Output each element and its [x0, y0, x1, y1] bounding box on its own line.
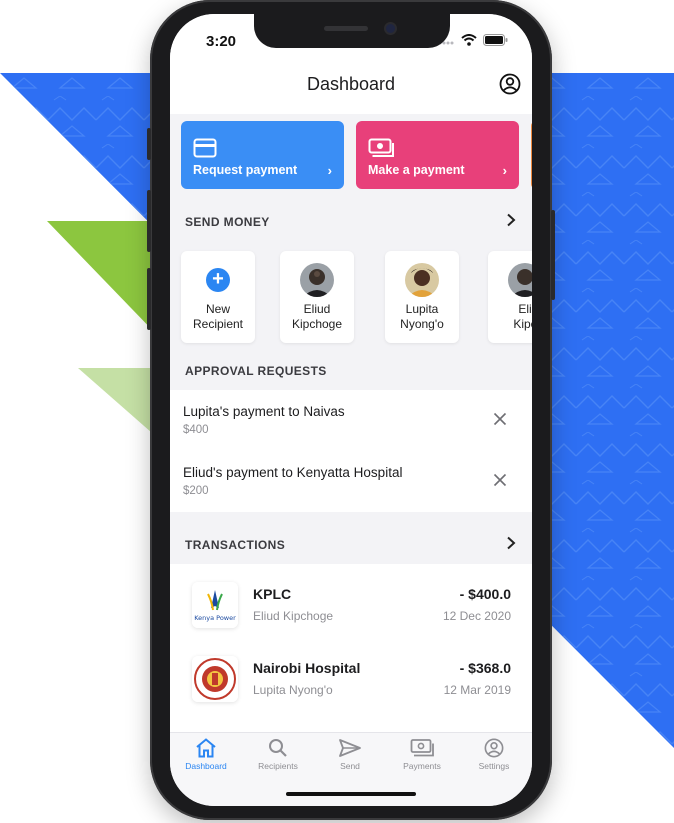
chevron-right-icon: ›: [327, 163, 332, 178]
transaction-date: 12 Dec 2020: [442, 609, 511, 623]
profile-icon[interactable]: [498, 72, 522, 96]
transaction-date: 12 Mar 2019: [443, 683, 511, 697]
transaction-list: Kenya Power KPLC Eliud Kipchoge - $400.0…: [170, 564, 532, 744]
recipient-first-name: Lupita: [405, 302, 439, 316]
card-icon: [193, 138, 217, 158]
cash-icon: [368, 138, 394, 157]
kplc-logo: Kenya Power: [192, 582, 238, 628]
recipient-card[interactable]: Eli Kipc: [488, 251, 532, 343]
recipient-name: Eli Kipc: [488, 302, 532, 332]
recipient-name: Eliud Kipchoge: [280, 302, 354, 332]
battery-icon: [483, 34, 508, 46]
kplc-logo-text: Kenya Power: [194, 614, 236, 622]
approval-item[interactable]: Eliud's payment to Kenyatta Hospital $20…: [170, 451, 532, 511]
power-button: [551, 210, 555, 300]
send-icon: [339, 739, 361, 757]
tab-label: Send: [340, 761, 360, 771]
search-icon: [269, 739, 287, 757]
chevron-right-icon[interactable]: [506, 213, 516, 227]
mute-switch: [147, 128, 151, 160]
tab-dashboard[interactable]: Dashboard: [170, 738, 242, 778]
home-icon: [196, 738, 216, 758]
recipient-name: Lupita Nyong'o: [385, 302, 459, 332]
more-actions-card[interactable]: [531, 121, 532, 189]
tab-label: Recipients: [258, 761, 298, 771]
volume-up-button: [147, 190, 151, 252]
recipient-card[interactable]: Eliud Kipchoge: [280, 251, 354, 343]
tab-label: Settings: [478, 761, 510, 771]
recipient-card[interactable]: Lupita Nyong'o: [385, 251, 459, 343]
front-camera: [386, 24, 395, 33]
avatar: [405, 263, 439, 297]
recipient-first-name: Eli: [518, 302, 532, 316]
tab-settings[interactable]: Settings: [458, 738, 530, 778]
phone-frame: 3:20 Dashboard Request payment › Make a …: [147, 0, 555, 820]
payments-icon: [410, 739, 434, 757]
recipient-last-name: Nyong'o: [400, 317, 444, 331]
transaction-name: Nairobi Hospital: [253, 660, 361, 676]
volume-down-button: [147, 268, 151, 330]
nairobi-hospital-logo: [192, 656, 238, 702]
transaction-amount: - $368.0: [459, 660, 511, 676]
tab-label: Payments: [403, 761, 441, 771]
approval-item[interactable]: Lupita's payment to Naivas $400: [170, 390, 532, 450]
new-recipient-button[interactable]: + New Recipient: [181, 251, 255, 343]
avatar: [508, 263, 532, 297]
wifi-icon: [461, 34, 477, 46]
page-title: Dashboard: [306, 74, 396, 94]
send-money-title: SEND MONEY: [185, 215, 270, 229]
notch: [254, 14, 450, 48]
chevron-right-icon[interactable]: [506, 536, 516, 550]
chevron-right-icon: ›: [502, 163, 507, 178]
tab-payments[interactable]: Payments: [386, 738, 458, 778]
approval-amount: $200: [183, 485, 209, 497]
transaction-name: KPLC: [253, 586, 292, 602]
tab-send[interactable]: Send: [314, 738, 386, 778]
avatar: [300, 263, 334, 297]
transaction-row[interactable]: Kenya Power KPLC Eliud Kipchoge - $400.0…: [170, 570, 532, 644]
transaction-person: Eliud Kipchoge: [253, 609, 334, 623]
status-icons: [438, 34, 508, 46]
close-icon[interactable]: [493, 473, 507, 487]
send-money-header: SEND MONEY: [170, 213, 532, 235]
new-recipient-line1: New: [205, 302, 230, 316]
request-payment-label: Request payment: [193, 163, 298, 177]
make-payment-button[interactable]: Make a payment ›: [356, 121, 519, 189]
recipient-last-name: Kipchoge: [291, 317, 343, 331]
plus-icon: +: [206, 268, 230, 292]
tab-label: Dashboard: [185, 761, 227, 771]
transactions-title: TRANSACTIONS: [185, 538, 286, 552]
make-payment-label: Make a payment: [368, 163, 465, 177]
transaction-person: Lupita Nyong'o: [253, 683, 333, 697]
approval-list: Lupita's payment to Naivas $400 Eliud's …: [170, 390, 532, 512]
status-time: 3:20: [206, 33, 237, 50]
transaction-row[interactable]: Nairobi Hospital Lupita Nyong'o - $368.0…: [170, 644, 532, 718]
new-recipient-line2: Recipient: [192, 317, 244, 331]
recipient-last-name: Kipc: [513, 317, 532, 331]
close-icon[interactable]: [493, 412, 507, 426]
home-indicator: [286, 792, 416, 796]
request-payment-button[interactable]: Request payment ›: [181, 121, 344, 189]
recipient-first-name: Eliud: [303, 302, 331, 316]
transaction-amount: - $400.0: [459, 586, 511, 602]
settings-icon: [484, 738, 504, 758]
approval-requests-header: APPROVAL REQUESTS: [170, 364, 532, 384]
tab-recipients[interactable]: Recipients: [242, 738, 314, 778]
app-screen: 3:20 Dashboard Request payment › Make a …: [170, 14, 532, 806]
approval-requests-title: APPROVAL REQUESTS: [185, 364, 327, 378]
approval-title: Eliud's payment to Kenyatta Hospital: [183, 465, 403, 480]
approval-amount: $400: [183, 424, 209, 436]
new-recipient-label: New Recipient: [181, 302, 255, 332]
transactions-header: TRANSACTIONS: [170, 536, 532, 558]
approval-title: Lupita's payment to Naivas: [183, 404, 345, 419]
speaker: [324, 26, 368, 31]
